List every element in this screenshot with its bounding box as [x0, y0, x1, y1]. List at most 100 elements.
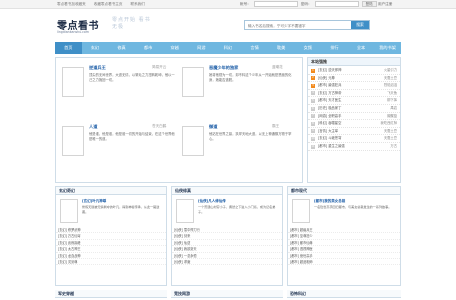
book-title[interactable]: 逆道兵王: [89, 65, 106, 71]
category-list: [都市] 超级兵王 [都市] 至尊狂少 [都市] 都市仙尊 [都市] 透视神医 …: [288, 227, 400, 266]
nav-item-paihang[interactable]: 排行: [321, 42, 348, 54]
book-cover[interactable]: [62, 67, 84, 97]
nav-item-kehuan[interactable]: 科幻: [215, 42, 242, 54]
search-box: 搜索: [244, 20, 370, 30]
category-feature-title[interactable]: [都市]我的美女总裁: [314, 199, 345, 204]
rank-author: 禹岩: [390, 105, 397, 110]
rank-name[interactable]: [玄幻] 万古神帝: [318, 90, 341, 97]
contact-link[interactable]: 联系我们: [131, 2, 145, 7]
nav-item-danmei[interactable]: 耽美: [268, 42, 295, 54]
nav-item-dushi[interactable]: 都市: [135, 42, 162, 54]
nav-item-nvpin[interactable]: 女频: [294, 42, 321, 54]
rank-author: 天蚕土豆: [383, 136, 397, 141]
rank-name[interactable]: [科幻] 吞噬星空: [318, 120, 341, 127]
nav-item-wangyou[interactable]: 网游: [188, 42, 215, 54]
rank-name[interactable]: [都市] 最强狂兵: [318, 82, 341, 89]
book-cover[interactable]: [182, 67, 204, 97]
rank-item[interactable]: 8 [科幻] 吞噬星空 我吃西红柿: [308, 120, 400, 128]
book-title[interactable]: 人道: [89, 124, 97, 130]
nav-item-chuanyue[interactable]: 穿越: [161, 42, 188, 54]
book-title[interactable]: 恶魔少年的独家: [209, 65, 238, 71]
book-cover[interactable]: [60, 199, 78, 223]
rank-item[interactable]: 7 [网游] 全职高手 蝴蝶蓝: [308, 113, 400, 121]
rank-item[interactable]: 9 [言情] 大主宰 天蚕土豆: [308, 128, 400, 136]
rank-name[interactable]: [都市] 重生之最强: [318, 143, 345, 150]
book-cover[interactable]: [292, 199, 310, 223]
featured-book[interactable]: 御道 霸王 他站在世界之巅，执掌天地大道，以无上神通御万物于掌心。: [182, 122, 300, 180]
category-feature-title[interactable]: [仙侠]凡人修仙传: [198, 199, 226, 204]
category-feature-desc: 一名隐世高手回归都市，与美女总裁发生的一系列故事。: [314, 205, 392, 209]
bottom-section-title[interactable]: 军史穿越: [55, 290, 167, 298]
featured-book[interactable]: 恶魔少年的独家 蓝曦花 她将他视为一切，却不料这个少年从一开始就是恶魔的化身，她…: [182, 63, 300, 121]
category-list: [玄幻] 修罗武神 [玄幻] 万古仙穹 [玄幻] 武炼巅峰 [玄幻] 太古神王 …: [56, 227, 166, 266]
category-row[interactable]: [仙侠] 求魔: [172, 259, 282, 266]
rank-name[interactable]: [仙侠] 元尊: [318, 75, 335, 82]
register-link[interactable]: 用户注册: [378, 2, 392, 7]
rank-item[interactable]: 4 [玄幻] 万古神帝 飞天鱼: [308, 90, 400, 98]
rank-item[interactable]: 2 [仙侠] 元尊 天蚕土豆: [308, 75, 400, 83]
book-cover[interactable]: [62, 126, 84, 156]
rank-author: 飞天鱼: [387, 90, 397, 95]
password-label: 密码：: [300, 1, 312, 6]
book-title[interactable]: 御道: [209, 124, 217, 130]
rank-name[interactable]: [网游] 全职高手: [318, 113, 341, 120]
rank-author: 天蚕土豆: [383, 75, 397, 80]
book-desc: 顶尖的无间世界，大道无情，以毫毛之力扭转乾坤，他以一己之力挽回一切。: [89, 73, 175, 82]
rank-item[interactable]: 5 [都市] 天才医生 柳下挥: [308, 97, 400, 105]
main-nav: 首页 玄幻 修真 都市 穿越 网游 科幻 言情 耽美 女频 排行 全本 我的书架: [55, 42, 401, 54]
book-cover[interactable]: [176, 199, 194, 223]
account-label: 帐号：: [240, 1, 251, 6]
featured-book[interactable]: 逆道兵王 简易开云 顶尖的无间世界，大道无情，以毫毛之力扭转乾坤，他以一己之力挽…: [62, 63, 180, 121]
site-slogan: 零点开始 看书无极: [112, 17, 151, 30]
featured-panel: 逆道兵王 简易开云 顶尖的无间世界，大道无情，以毫毛之力扭转乾坤，他以一己之力挽…: [55, 57, 303, 183]
nav-item-quanben[interactable]: 全本: [348, 42, 375, 54]
featured-book[interactable]: 人道 苍天白鹤 他是谁，他是谁，他是谁一切的开始与结束，在这个世界他是唯一的道。: [62, 122, 180, 180]
add-favorite-link[interactable]: 零点看书加收藏夹: [57, 2, 86, 7]
book-cover[interactable]: [182, 126, 204, 156]
rank-name[interactable]: [言情] 大主宰: [318, 128, 338, 135]
rank-item[interactable]: 1 [玄幻] 逆天邪神 火星引力: [308, 67, 400, 75]
rank-name[interactable]: [历史] 极品家丁: [318, 105, 341, 112]
rank-item[interactable]: 6 [历史] 极品家丁 禹岩: [308, 105, 400, 113]
rank-author: 蝴蝶蓝: [387, 113, 397, 118]
rank-name[interactable]: [玄幻] 逆天邪神: [318, 67, 341, 74]
book-desc: 他站在世界之巅，执掌天地大道，以无上神通御万物于掌心。: [209, 132, 292, 141]
password-input[interactable]: [314, 1, 359, 7]
rank-item[interactable]: 11 [都市] 重生之最强 万古: [308, 143, 400, 151]
category-feature-desc: 一个普通山村穷小子，偶然之下进入小门派，成为记名弟子。: [198, 205, 276, 214]
account-input[interactable]: [253, 1, 298, 7]
top-bar: 零点看书加收藏夹 收藏零点看书主页 联系我们 帐号： 密码： 登陆 用户注册: [0, 0, 456, 9]
rank-name[interactable]: [玄幻] 斗破苍穹: [318, 135, 341, 142]
rank-item[interactable]: 3 [都市] 最强狂兵 烈焰滔滔: [308, 82, 400, 90]
category-feature-title[interactable]: [玄幻]叶凡神尊: [82, 199, 106, 204]
rank-author: 万古: [390, 143, 397, 148]
category-panel: 玄幻奇幻 [玄幻]叶凡神尊 修炼天赋被无情剥夺的叶凡，得到神秘传承，从此一路逆袭…: [55, 186, 167, 286]
rank-list: 1 [玄幻] 逆天邪神 火星引力 2 [仙侠] 元尊 天蚕土豆 3 [都市] 最强狂兵 烈焰…: [308, 67, 400, 151]
category-title[interactable]: 仙侠修真: [172, 187, 282, 195]
nav-item-bookshelf[interactable]: 我的书架: [374, 42, 401, 54]
bottom-section-title[interactable]: 恐怖科幻: [287, 290, 401, 298]
book-desc: 他是谁，他是谁，他是谁一切的开始与结束，在这个世界他是唯一的道。: [89, 132, 175, 141]
nav-item-xiuzhen[interactable]: 修真: [108, 42, 135, 54]
category-list: [仙侠] 雪中悍刀行 [仙侠] 剑来 [仙侠] 仙逆 [仙侠] 我欲封天 [仙侠…: [172, 227, 282, 266]
nav-item-home[interactable]: 首页: [55, 42, 82, 54]
category-panel: 仙侠修真 [仙侠]凡人修仙传 一个普通山村穷小子，偶然之下进入小门派，成为记名弟…: [171, 186, 283, 286]
search-button[interactable]: 搜索: [351, 21, 369, 29]
nav-item-xuanhuan[interactable]: 玄幻: [82, 42, 109, 54]
search-input[interactable]: [248, 22, 348, 29]
category-row[interactable]: [玄幻] 灵剑尊: [56, 259, 166, 266]
category-panel: 都市现代 [都市]我的美女总裁 一名隐世高手回归都市，与美女总裁发生的一系列故事…: [287, 186, 401, 286]
rank-name[interactable]: [都市] 天才医生: [318, 97, 341, 104]
category-title[interactable]: 都市现代: [288, 187, 400, 195]
category-row[interactable]: [都市] 超品相师: [288, 259, 400, 266]
nav-item-yanqing[interactable]: 言情: [241, 42, 268, 54]
rank-item[interactable]: 10 [玄幻] 斗破苍穹 天蚕土豆: [308, 135, 400, 143]
top-links: 零点看书加收藏夹 收藏零点看书主页 联系我们: [57, 2, 145, 7]
login-button[interactable]: 登陆: [361, 1, 377, 7]
book-author: 霸王: [272, 124, 280, 128]
site-logo-url: lingdiankanshu.com: [57, 30, 89, 34]
set-homepage-link[interactable]: 收藏零点看书主页: [94, 2, 123, 7]
header: 零点看书 lingdiankanshu.com 零点开始 看书无极 搜索: [0, 10, 456, 40]
bottom-section-title[interactable]: 竞技网游: [171, 290, 283, 298]
category-title[interactable]: 玄幻奇幻: [56, 187, 166, 195]
